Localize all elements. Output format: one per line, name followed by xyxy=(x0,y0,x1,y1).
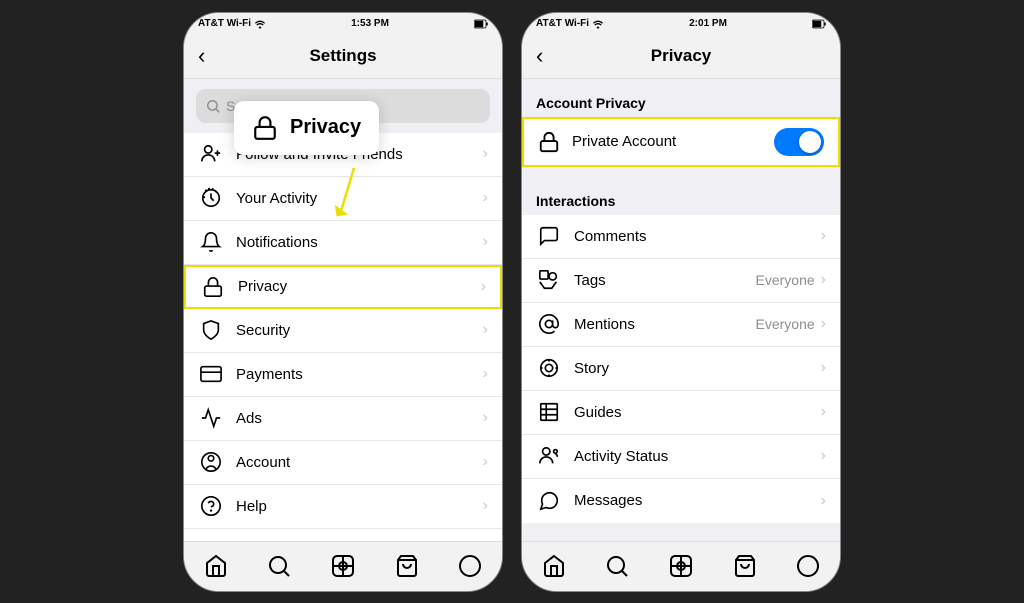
tooltip-arrow xyxy=(319,168,389,218)
settings-item-payments[interactable]: Payments › xyxy=(184,353,502,397)
divider-1 xyxy=(522,167,840,177)
bottom-tab-bar-right xyxy=(522,541,840,591)
privacy-tooltip: Privacy xyxy=(234,101,379,155)
settings-item-privacy[interactable]: Privacy › xyxy=(184,265,502,309)
story-icon xyxy=(536,355,562,381)
messages-icon xyxy=(536,488,562,514)
tags-value: Everyone xyxy=(756,272,815,288)
tab-search-right[interactable] xyxy=(605,554,629,578)
bottom-tab-bar-left xyxy=(184,541,502,591)
activity-status-label: Activity Status xyxy=(574,448,821,465)
privacy-item-story[interactable]: Story › xyxy=(522,347,840,391)
settings-item-notifications[interactable]: Notifications › xyxy=(184,221,502,265)
status-right-left xyxy=(474,19,488,29)
privacy-item-activity[interactable]: Activity Status › xyxy=(522,435,840,479)
tab-shop-left[interactable] xyxy=(395,554,419,578)
wifi-icon-right xyxy=(592,19,604,29)
info-icon xyxy=(198,538,224,541)
card-icon xyxy=(198,361,224,387)
status-carrier-right: AT&T Wi-Fi xyxy=(536,18,604,29)
tags-label: Tags xyxy=(574,272,756,289)
follow-icon xyxy=(198,141,224,167)
battery-icon-left xyxy=(474,19,488,29)
tooltip-text: Privacy xyxy=(290,116,361,139)
mentions-icon xyxy=(536,311,562,337)
account-privacy-header: Account Privacy xyxy=(522,79,840,117)
settings-item-account[interactable]: Account › xyxy=(184,441,502,485)
privacy-item-comments[interactable]: Comments › xyxy=(522,215,840,259)
tag-icon xyxy=(536,267,562,293)
private-account-lock-icon xyxy=(538,131,560,153)
interactions-section: Interactions Comments › xyxy=(522,177,840,523)
mentions-label: Mentions xyxy=(574,316,756,333)
connections-header: Connections xyxy=(522,533,840,541)
divider-2 xyxy=(522,523,840,533)
account-privacy-section: Account Privacy Private Account xyxy=(522,79,840,167)
messages-label: Messages xyxy=(574,492,821,509)
settings-item-security[interactable]: Security › xyxy=(184,309,502,353)
ads-label: Ads xyxy=(236,410,483,427)
settings-item-help[interactable]: Help › xyxy=(184,485,502,529)
account-icon xyxy=(198,449,224,475)
tab-profile-right[interactable] xyxy=(796,554,820,578)
bell-icon xyxy=(198,229,224,255)
tab-shop-right[interactable] xyxy=(733,554,757,578)
help-label: Help xyxy=(236,498,483,515)
tab-home-right[interactable] xyxy=(542,554,566,578)
privacy-item-mentions[interactable]: Mentions Everyone › xyxy=(522,303,840,347)
back-button-right[interactable]: ‹ xyxy=(536,43,543,69)
help-icon xyxy=(198,493,224,519)
tab-reels-right[interactable] xyxy=(669,554,693,578)
settings-item-ads[interactable]: Ads › xyxy=(184,397,502,441)
privacy-title: Privacy xyxy=(651,46,712,66)
status-right-right xyxy=(812,19,826,29)
interactions-header: Interactions xyxy=(522,177,840,215)
status-time-right: 2:01 PM xyxy=(689,18,727,29)
payments-label: Payments xyxy=(236,366,483,383)
private-account-toggle[interactable] xyxy=(774,128,824,156)
tab-reels-left[interactable] xyxy=(331,554,355,578)
privacy-label: Privacy xyxy=(238,278,481,295)
settings-title: Settings xyxy=(309,46,376,66)
settings-nav-bar: ‹ Settings xyxy=(184,35,502,79)
private-account-label: Private Account xyxy=(572,133,774,150)
status-carrier-left: AT&T Wi-Fi xyxy=(198,18,266,29)
lock-icon-left xyxy=(200,274,226,300)
mentions-value: Everyone xyxy=(756,316,815,332)
ads-icon xyxy=(198,405,224,431)
interactions-menu: Comments › Tags Everyone › xyxy=(522,215,840,523)
search-icon xyxy=(206,99,220,113)
status-time-left: 1:53 PM xyxy=(351,18,389,29)
privacy-screen: Account Privacy Private Account Interact… xyxy=(522,79,840,541)
story-label: Story xyxy=(574,360,821,377)
right-phone: AT&T Wi-Fi 2:01 PM ‹ Privacy Account Pri… xyxy=(521,12,841,592)
settings-item-about[interactable]: About › xyxy=(184,529,502,541)
comments-label: Comments xyxy=(574,228,821,245)
activity-status-icon xyxy=(536,443,562,469)
privacy-item-tags[interactable]: Tags Everyone › xyxy=(522,259,840,303)
comment-icon xyxy=(536,223,562,249)
private-account-row[interactable]: Private Account xyxy=(522,117,840,167)
guides-label: Guides xyxy=(574,404,821,421)
privacy-item-messages[interactable]: Messages › xyxy=(522,479,840,523)
tab-profile-left[interactable] xyxy=(458,554,482,578)
left-phone: AT&T Wi-Fi 1:53 PM ‹ Settings Search xyxy=(183,12,503,592)
shield-icon xyxy=(198,317,224,343)
tooltip-lock-icon xyxy=(252,115,278,141)
status-bar-left: AT&T Wi-Fi 1:53 PM xyxy=(184,13,502,35)
privacy-nav-bar: ‹ Privacy xyxy=(522,35,840,79)
privacy-item-guides[interactable]: Guides › xyxy=(522,391,840,435)
account-label: Account xyxy=(236,454,483,471)
status-bar-right: AT&T Wi-Fi 2:01 PM xyxy=(522,13,840,35)
security-label: Security xyxy=(236,322,483,339)
tab-search-left[interactable] xyxy=(267,554,291,578)
wifi-icon xyxy=(254,19,266,29)
notifications-label: Notifications xyxy=(236,234,483,251)
tab-home-left[interactable] xyxy=(204,554,228,578)
back-button-left[interactable]: ‹ xyxy=(198,43,205,69)
guides-icon xyxy=(536,399,562,425)
activity-icon xyxy=(198,185,224,211)
battery-icon-right xyxy=(812,19,826,29)
